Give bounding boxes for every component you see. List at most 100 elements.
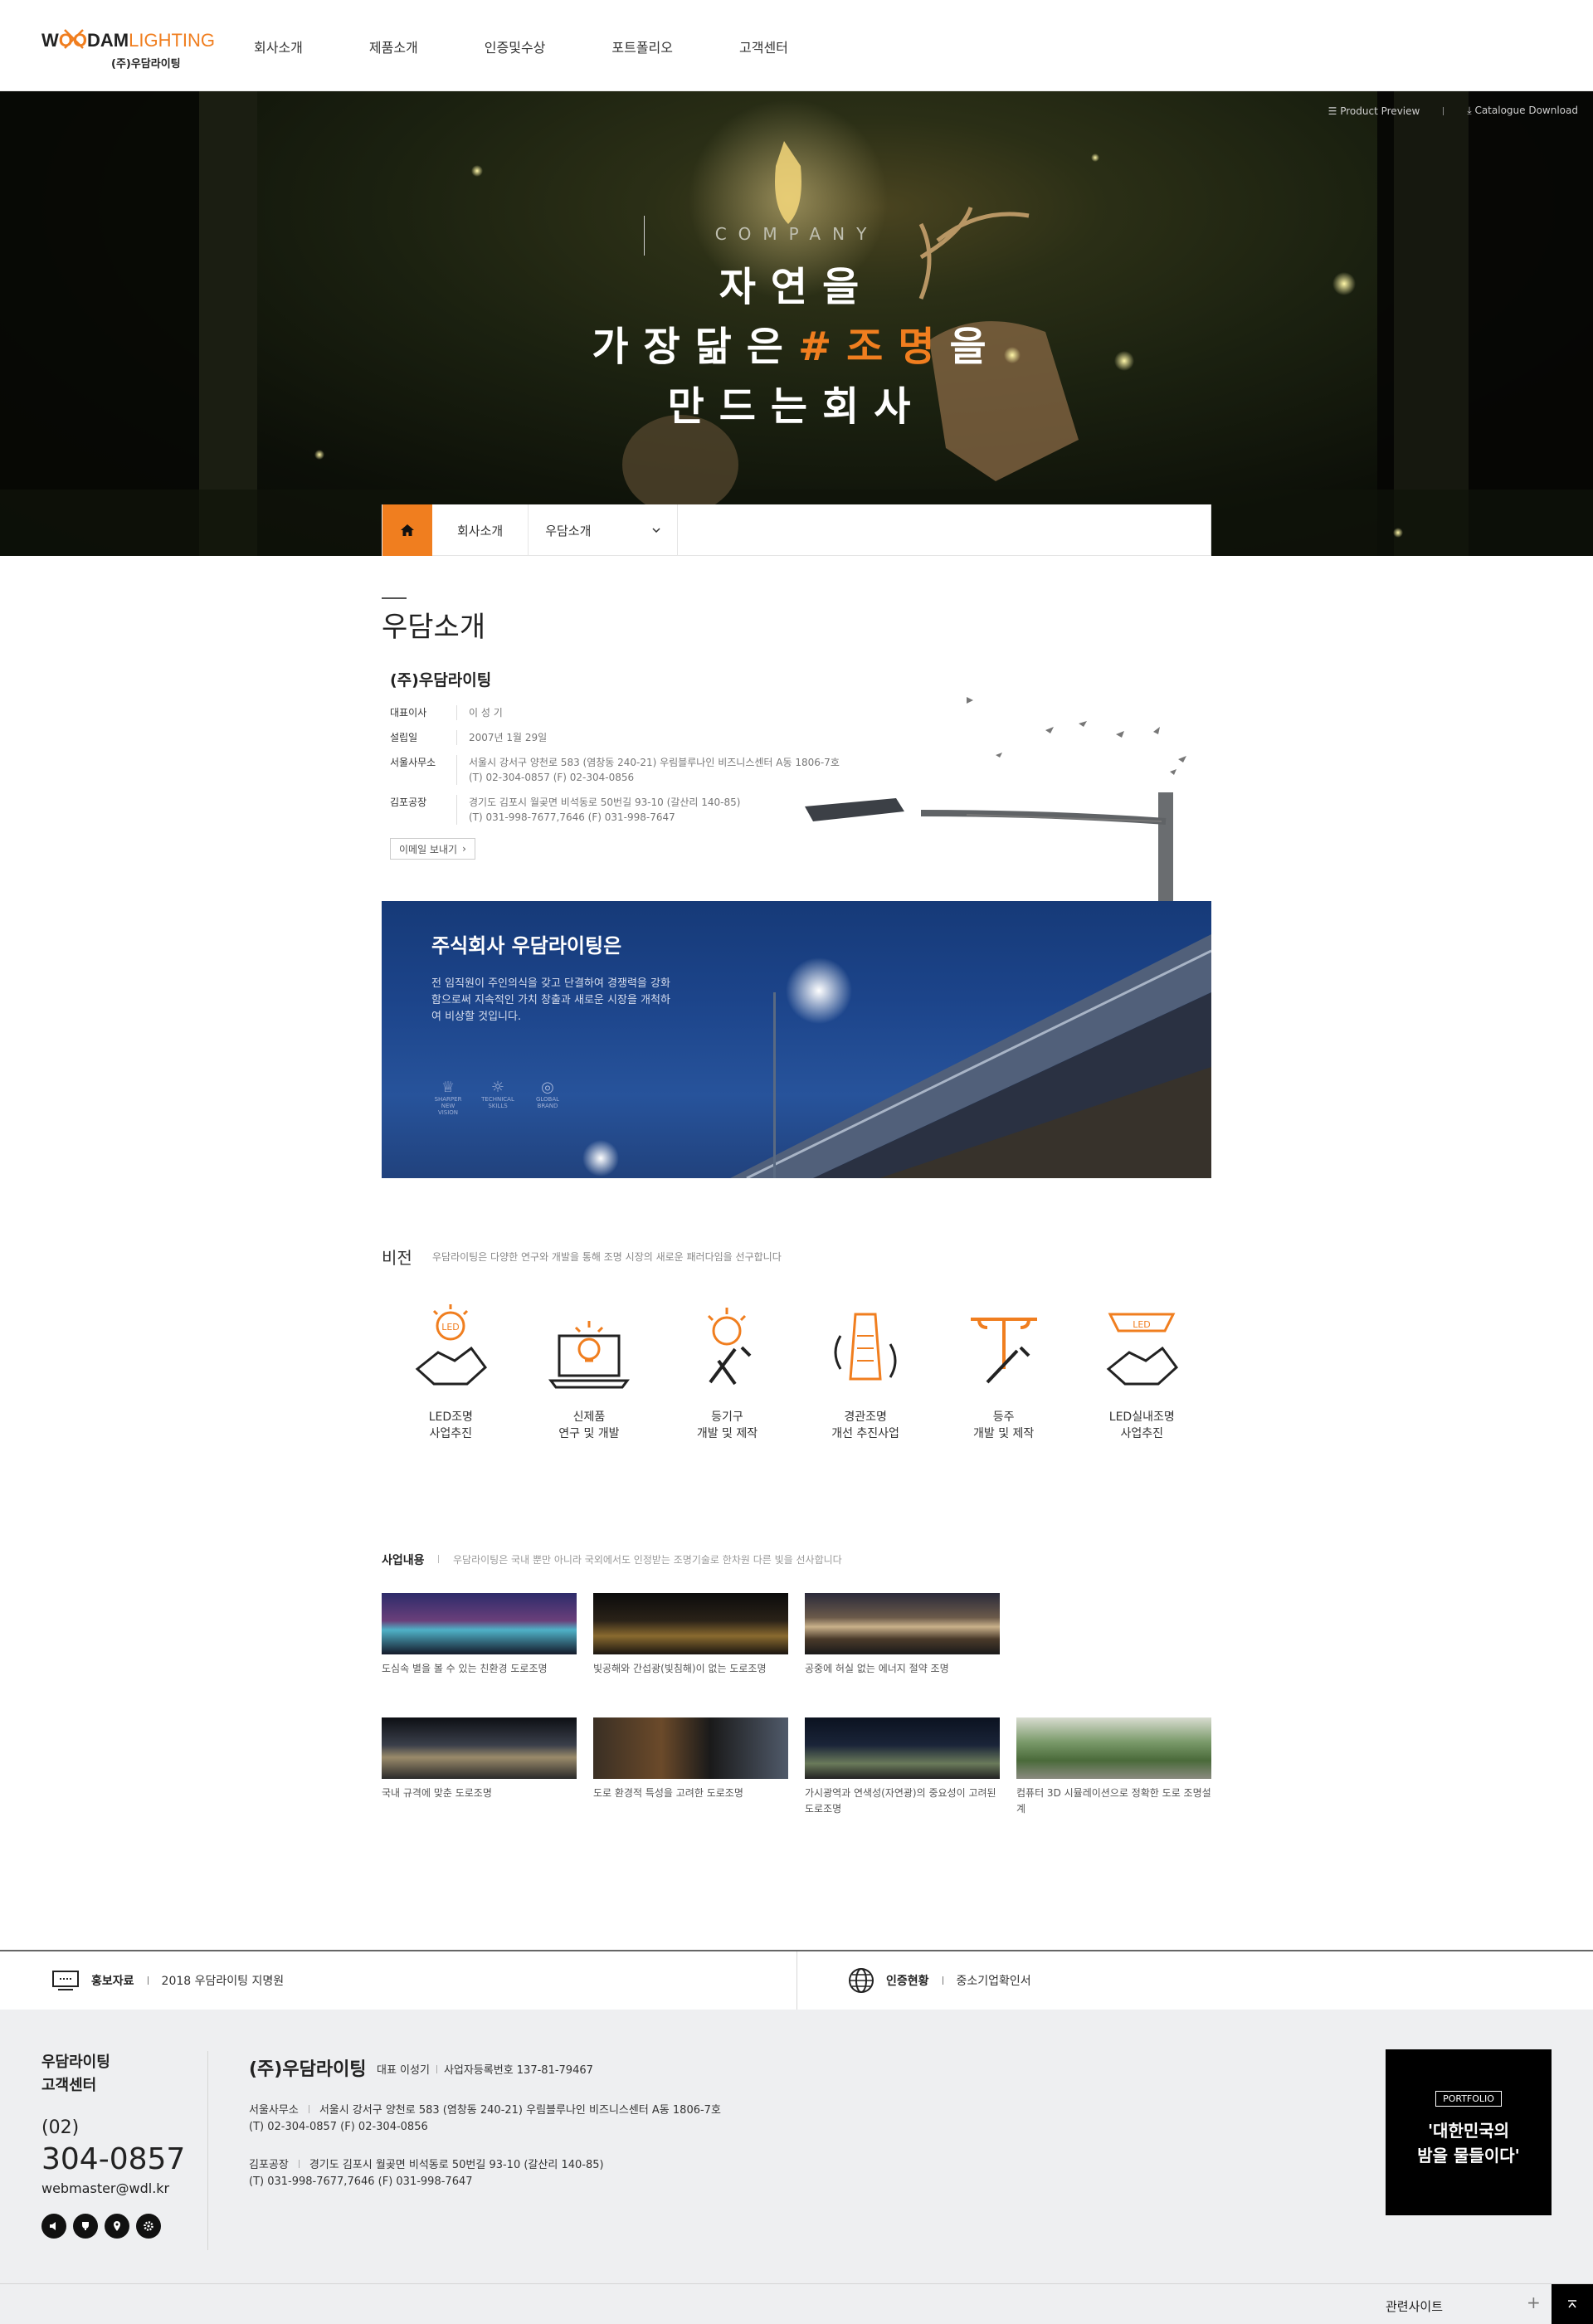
email-button[interactable]: 이메일 보내기 › — [390, 838, 475, 860]
chevron-down-icon — [652, 528, 660, 533]
banner-text: 전 임직원이 주인의식을 갖고 단결하여 경쟁력을 강화함으로써 지속적인 가치… — [431, 977, 670, 1023]
badge-vision: ♕ SHARPER NEW VISION — [431, 1079, 465, 1116]
footer-meta: 대표 이성기 사업자등록번호 137-81-79467 — [377, 2064, 593, 2077]
arrow-icon: › — [462, 843, 466, 855]
cs-area-code: (02) — [41, 2117, 80, 2138]
logo[interactable]: WOODAMLIGHTING (주)우담라이팅 — [41, 29, 215, 71]
trophy-icon: ♕ — [441, 1079, 455, 1096]
business-caption: 도심속 별을 볼 수 있는 친환경 도로조명 — [382, 1663, 548, 1674]
landscape-light-icon — [834, 1313, 897, 1381]
monitor-icon — [52, 1971, 79, 1990]
business-caption: 도로 환경적 특성을 고려한 도로조명 — [593, 1787, 743, 1799]
business-item[interactable]: 국내 규격에 맞춘 도로조명 — [382, 1717, 577, 1801]
cs-icon-row — [41, 2214, 161, 2239]
led-lamp-handshake-icon: LED — [1106, 1313, 1179, 1386]
info-bar: 홍보자료 2018 우담라이팅 지명원 인증현황 중소기업확인서 — [0, 1950, 1593, 2010]
related-sites-bar: 관련사이트 + — [0, 2283, 1593, 2324]
vision-item: 경관조명 개선 추진사업 — [796, 1303, 935, 1442]
hero-banner: ☰ Product Preview ⤓ Catalogue Download C… — [0, 91, 1593, 556]
info-row-ceo: 대표이사 이 성 기 — [390, 705, 503, 720]
vision-label: LED실내조명 사업추진 — [1108, 1410, 1175, 1440]
cs-phone: 304-0857 — [41, 2142, 186, 2176]
hero-title: 자연을 가장닮은#조명을 만드는회사 — [592, 264, 1001, 430]
cs-email[interactable]: webmaster@wdl.kr — [41, 2180, 169, 2196]
business-caption: 컴퓨터 3D 시뮬레이션으로 정확한 도로 조명설계 — [1016, 1787, 1211, 1815]
speaker-icon[interactable] — [41, 2214, 66, 2239]
banner-title: 주식회사 우담라이팅은 — [431, 934, 622, 957]
business-image — [805, 1717, 1000, 1779]
site-footer: 우담라이팅 고객센터 (02) 304-0857 webmaster@wdl.kr… — [0, 2010, 1593, 2324]
business-title: 사업내용 — [382, 1554, 425, 1567]
business-item[interactable]: 공중에 허실 없는 에너지 절약 조명 — [805, 1593, 1000, 1677]
vision-item: 등기구 개발 및 제작 — [658, 1303, 796, 1442]
breadcrumb-dropdown[interactable]: 우담소개 — [529, 504, 679, 556]
footer-seoul: 서울사무소 서울시 강서구 양천로 583 (염창동 240-21) 우림블루나인… — [249, 2104, 721, 2133]
business-caption: 국내 규격에 맞춘 도로조명 — [382, 1787, 492, 1799]
business-item[interactable]: 컴퓨터 3D 시뮬레이션으로 정확한 도로 조명설계 — [1016, 1717, 1211, 1817]
footer-divider — [207, 2051, 208, 2250]
business-caption: 가시광역과 연색성(자연광)의 중요성이 고려된 도로조명 — [805, 1787, 996, 1815]
vision-item: 신제품 연구 및 개발 — [520, 1303, 659, 1442]
page-title: 우담소개 — [382, 611, 486, 644]
business-item[interactable]: 도로 환경적 특성을 고려한 도로조명 — [593, 1717, 788, 1801]
nav-company[interactable]: 회사소개 — [254, 37, 303, 56]
badge-global: ◎ GLOBAL BRAND — [531, 1079, 564, 1116]
badge-technical: ☼ TECHNICAL SKILLS — [481, 1079, 514, 1109]
business-description: 우담라이팅은 국내 뿐만 아니라 국외에서도 인정받는 조명기술로 한차원 다른… — [453, 1554, 842, 1566]
cs-title: 우담라이팅 고객센터 — [41, 2054, 110, 2094]
vision-description: 우담라이팅은 다양한 연구와 개발을 통해 조명 시장의 새로운 패러다임을 선… — [432, 1251, 782, 1263]
arrow-up-icon — [1568, 2299, 1576, 2307]
vision-label: 등주 개발 및 제작 — [973, 1410, 1035, 1440]
certification-status[interactable]: 인증현황 중소기업확인서 — [848, 1951, 1031, 2010]
related-sites-select[interactable]: 관련사이트 — [1386, 2297, 1443, 2315]
business-image — [805, 1593, 1000, 1654]
product-preview-link[interactable]: ☰ Product Preview — [1328, 105, 1420, 117]
gear-icon[interactable] — [136, 2214, 161, 2239]
business-image — [382, 1593, 577, 1654]
business-image — [1016, 1717, 1211, 1779]
bulb-icon: ☼ — [490, 1079, 505, 1096]
trophy-icon[interactable] — [73, 2214, 98, 2239]
portfolio-box[interactable]: PORTFOLIO '대한민국의 밤을 물들이다' — [1386, 2049, 1552, 2215]
breadcrumb: 회사소개 우담소개 — [382, 504, 1211, 556]
led-handshake-icon: LED — [415, 1304, 488, 1386]
scroll-top-button[interactable] — [1552, 2284, 1593, 2324]
location-icon[interactable] — [105, 2214, 129, 2239]
business-item[interactable]: 빛공해와 간섭광(빛침해)이 없는 도로조명 — [593, 1593, 788, 1677]
company-info: 대표이사 이 성 기 설립일 2007년 1월 29일 서울사무소 서울시 강서구 양… — [390, 705, 840, 835]
company-banner: 주식회사 우담라이팅은 전 임직원이 주인의식을 갖고 단결하여 경쟁력을 강화… — [382, 901, 1211, 1178]
vision-item: LED LED조명 사업추진 — [382, 1303, 520, 1442]
banner-badges: ♕ SHARPER NEW VISION ☼ TECHNICAL SKILLS ◎ G… — [431, 1079, 564, 1116]
pole-wrench-icon — [970, 1318, 1037, 1384]
laptop-bulb-icon — [548, 1321, 630, 1389]
hero-links: ☰ Product Preview ⤓ Catalogue Download — [1328, 105, 1578, 117]
globe-icon — [849, 1968, 874, 1993]
section-bar — [382, 597, 407, 599]
business-image — [593, 1593, 788, 1654]
vision-item: LED LED실내조명 사업추진 — [1073, 1303, 1211, 1442]
nav-support[interactable]: 고객센터 — [739, 37, 788, 56]
business-image — [593, 1717, 788, 1779]
bar-divider — [796, 1951, 797, 2010]
nav-portfolio[interactable]: 포트폴리오 — [611, 37, 673, 56]
vision-grid: LED LED조명 사업추진 신제품 연구 및 개발 등기구 개발 및 제작 경… — [382, 1303, 1211, 1442]
vision-label: LED조명 사업추진 — [428, 1410, 473, 1440]
plus-icon[interactable]: + — [1527, 2292, 1541, 2312]
business-item[interactable]: 가시광역과 연색성(자연광)의 중요성이 고려된 도로조명 — [805, 1717, 1000, 1817]
nav-certification[interactable]: 인증및수상 — [485, 37, 546, 56]
logo-korean: (주)우담라이팅 — [111, 58, 181, 71]
nav-products[interactable]: 제품소개 — [369, 37, 418, 56]
svg-text:LED: LED — [442, 1322, 460, 1333]
business-item[interactable]: 도심속 별을 볼 수 있는 친환경 도로조명 — [382, 1593, 577, 1677]
vision-label: 경관조명 개선 추진사업 — [831, 1410, 899, 1440]
business-image — [382, 1717, 577, 1779]
pr-materials[interactable]: 홍보자료 2018 우담라이팅 지명원 — [51, 1951, 284, 2010]
catalogue-download-link[interactable]: ⤓ Catalogue Download — [1467, 105, 1578, 117]
info-row-founded: 설립일 2007년 1월 29일 — [390, 730, 548, 745]
breadcrumb-company[interactable]: 회사소개 — [432, 504, 529, 556]
portfolio-tag: PORTFOLIO — [1435, 2091, 1502, 2107]
home-icon — [401, 524, 414, 536]
breadcrumb-home[interactable] — [382, 504, 432, 556]
bulb-wrench-icon — [708, 1308, 752, 1386]
footer-company: (주)우담라이팅 — [249, 2059, 367, 2080]
